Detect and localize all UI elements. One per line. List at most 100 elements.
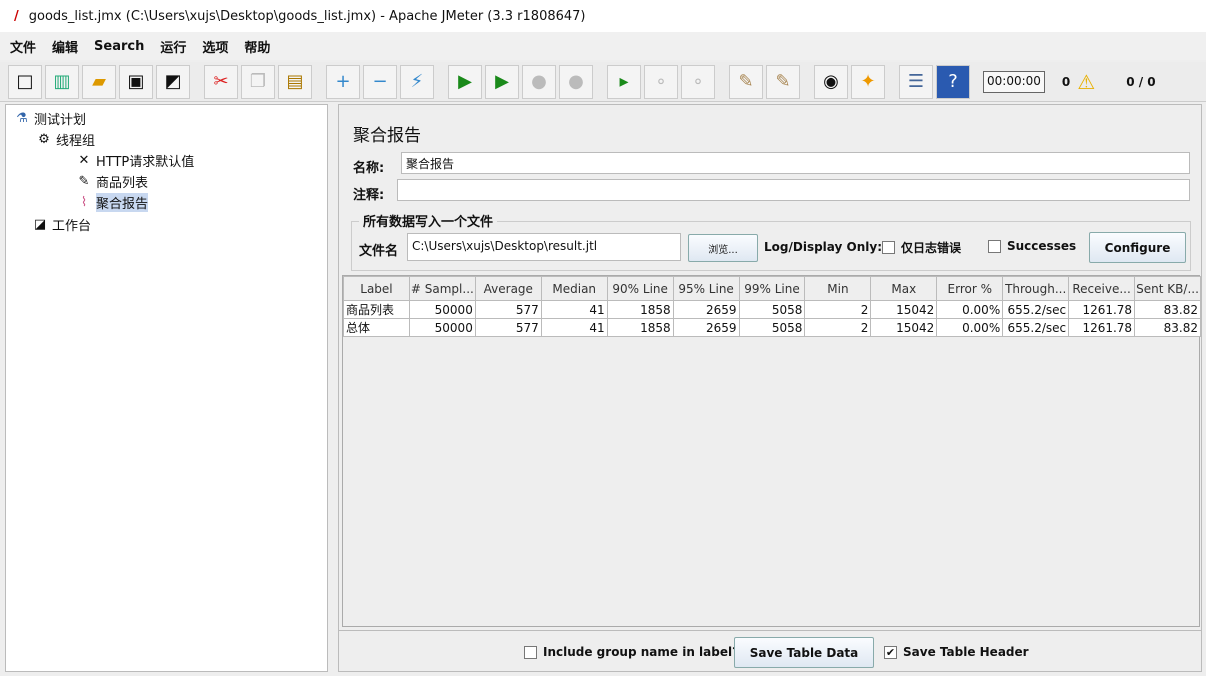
column-header[interactable]: Median bbox=[540, 276, 608, 301]
save-table-header-checkbox[interactable]: ✔ Save Table Header bbox=[884, 645, 1029, 659]
table-cell: 83.82 bbox=[1134, 318, 1201, 337]
name-input[interactable]: 聚合报告 bbox=[401, 152, 1190, 174]
tree-node-workbench[interactable]: ◪ 工作台 bbox=[32, 215, 91, 234]
table-cell: 655.2/sec bbox=[1002, 318, 1070, 337]
table-cell: 0.00% bbox=[936, 318, 1004, 337]
table-cell: 577 bbox=[474, 300, 542, 319]
tree-node-thread-group[interactable]: ⚙ 线程组 bbox=[36, 130, 95, 149]
tree-node-test-plan[interactable]: ⚗ 测试计划 bbox=[14, 109, 86, 128]
start-icon[interactable]: ▶ bbox=[448, 64, 482, 99]
menu-edit[interactable]: 编辑 bbox=[52, 37, 78, 56]
errors-only-checkbox[interactable]: 仅日志错误 bbox=[882, 239, 961, 256]
table-cell: 5058 bbox=[738, 300, 806, 319]
gear-icon: ⚙ bbox=[38, 132, 50, 147]
browse-button[interactable]: 浏览... bbox=[688, 234, 758, 262]
table-cell: 2 bbox=[804, 318, 872, 337]
table-cell: 655.2/sec bbox=[1002, 300, 1070, 319]
save-table-data-button[interactable]: Save Table Data bbox=[734, 637, 874, 668]
paste-icon[interactable]: ▤ bbox=[278, 64, 312, 99]
shutdown-icon[interactable]: ● bbox=[559, 64, 593, 99]
successes-checkbox[interactable]: Successes bbox=[988, 239, 1076, 253]
collapse-icon[interactable]: − bbox=[363, 64, 397, 99]
table-cell: 577 bbox=[474, 318, 542, 337]
stop-icon[interactable]: ● bbox=[522, 64, 556, 99]
results-table: Label # Sampl... Average Median 90% Line 95% … bbox=[342, 275, 1201, 627]
include-group-checkbox[interactable]: Include group name in label? bbox=[524, 645, 739, 659]
table-cell: 2659 bbox=[672, 300, 740, 319]
warning-icon[interactable]: ⚠ bbox=[1077, 70, 1095, 94]
table-cell: 50000 bbox=[408, 300, 476, 319]
test-plan-tree: ⚗ 测试计划 ⚙ 线程组 ✕ HTTP请求默认值 ✎ 商品列表 ⌇ 聚合报告 ◪ 工作台 bbox=[5, 104, 328, 672]
menu-options[interactable]: 选项 bbox=[202, 37, 228, 56]
log-display-label: Log/Display Only: bbox=[764, 240, 882, 254]
table-cell: 1261.78 bbox=[1068, 300, 1136, 319]
column-header[interactable]: Sent KB/... bbox=[1134, 276, 1201, 301]
expand-icon[interactable]: + bbox=[326, 64, 360, 99]
test-plan-icon: ⚗ bbox=[16, 111, 28, 126]
table-row[interactable]: 商品列表 50000 577 41 1858 2659 5058 2 15042 0.00% 655… bbox=[343, 300, 1201, 319]
table-cell: 0.00% bbox=[936, 300, 1004, 319]
table-cell: 50000 bbox=[408, 318, 476, 337]
search-icon[interactable]: ◉ bbox=[814, 64, 848, 99]
column-header[interactable]: # Sampl... bbox=[408, 276, 476, 301]
column-header[interactable]: Min bbox=[804, 276, 872, 301]
column-header[interactable]: Average bbox=[474, 276, 542, 301]
panel-title: 聚合报告 bbox=[353, 126, 421, 146]
table-cell: 1858 bbox=[606, 318, 674, 337]
remote-start-icon[interactable]: ▸ bbox=[607, 64, 641, 99]
table-cell: 1858 bbox=[606, 300, 674, 319]
table-cell: 83.82 bbox=[1134, 300, 1201, 319]
wrench-icon: ✕ bbox=[78, 153, 90, 168]
reset-search-icon[interactable]: ✦ bbox=[851, 64, 885, 99]
cut-icon[interactable]: ✂ bbox=[204, 64, 238, 99]
templates-icon[interactable]: ▥ bbox=[45, 64, 79, 99]
workbench-icon: ◪ bbox=[33, 217, 47, 232]
table-cell: 2659 bbox=[672, 318, 740, 337]
configure-button[interactable]: Configure bbox=[1089, 232, 1186, 263]
table-cell: 15042 bbox=[870, 318, 938, 337]
footer-bar: Include group name in label? Save Table … bbox=[339, 630, 1201, 672]
save-as-icon[interactable]: ◩ bbox=[156, 64, 190, 99]
menu-help[interactable]: 帮助 bbox=[244, 37, 270, 56]
table-cell: 41 bbox=[540, 318, 608, 337]
function-helper-icon[interactable]: ☰ bbox=[899, 64, 933, 99]
menu-file[interactable]: 文件 bbox=[10, 37, 36, 56]
column-header[interactable]: 90% Line bbox=[606, 276, 674, 301]
start-no-pause-icon[interactable]: ▶ bbox=[485, 64, 519, 99]
clear-all-icon[interactable]: ✎ bbox=[766, 64, 800, 99]
filename-input[interactable]: C:\Users\xujs\Desktop\result.jtl bbox=[407, 233, 681, 261]
save-icon[interactable]: ▣ bbox=[119, 64, 153, 99]
help-icon[interactable]: ? bbox=[936, 64, 970, 99]
report-icon: ⌇ bbox=[80, 195, 88, 210]
menu-run[interactable]: 运行 bbox=[160, 37, 186, 56]
comment-label: 注释: bbox=[353, 188, 385, 203]
column-header[interactable]: Error % bbox=[936, 276, 1004, 301]
file-group-title: 所有数据写入一个文件 bbox=[359, 211, 498, 230]
copy-icon[interactable]: ❐ bbox=[241, 64, 275, 99]
comment-input[interactable] bbox=[397, 179, 1190, 201]
column-header[interactable]: Through... bbox=[1002, 276, 1070, 301]
title-bar: / goods_list.jmx (C:\Users\xujs\Desktop\g… bbox=[0, 0, 1206, 32]
tree-node-aggregate-report[interactable]: ⌇ 聚合报告 bbox=[76, 193, 149, 212]
thread-count: 0 / 0 bbox=[1126, 74, 1156, 89]
tree-node-goods-list[interactable]: ✎ 商品列表 bbox=[76, 172, 148, 191]
remote-shutdown-icon[interactable]: ∘ bbox=[681, 64, 715, 99]
menu-search[interactable]: Search bbox=[94, 39, 144, 54]
aggregate-report-panel: 聚合报告 名称: 聚合报告 注释: 所有数据写入一个文件 文件名 C:\User… bbox=[338, 104, 1202, 672]
elapsed-timer: 00:00:00 bbox=[983, 70, 1045, 93]
tree-node-http-defaults[interactable]: ✕ HTTP请求默认值 bbox=[76, 151, 195, 170]
column-header[interactable]: 95% Line bbox=[672, 276, 740, 301]
column-header[interactable]: Label bbox=[343, 276, 410, 301]
column-header[interactable]: 99% Line bbox=[738, 276, 806, 301]
jmeter-logo-icon: / bbox=[14, 8, 19, 24]
sampler-icon: ✎ bbox=[78, 174, 90, 189]
column-header[interactable]: Receive... bbox=[1068, 276, 1136, 301]
open-icon[interactable]: ▰ bbox=[82, 64, 116, 99]
remote-stop-icon[interactable]: ∘ bbox=[644, 64, 678, 99]
toggle-icon[interactable]: ⚡ bbox=[400, 64, 434, 99]
name-label: 名称: bbox=[353, 161, 385, 176]
clear-icon[interactable]: ✎ bbox=[729, 64, 763, 99]
new-icon[interactable]: □ bbox=[8, 64, 42, 99]
table-row[interactable]: 总体 50000 577 41 1858 2659 5058 2 15042 0.00% 655.2… bbox=[343, 318, 1201, 337]
column-header[interactable]: Max bbox=[870, 276, 938, 301]
